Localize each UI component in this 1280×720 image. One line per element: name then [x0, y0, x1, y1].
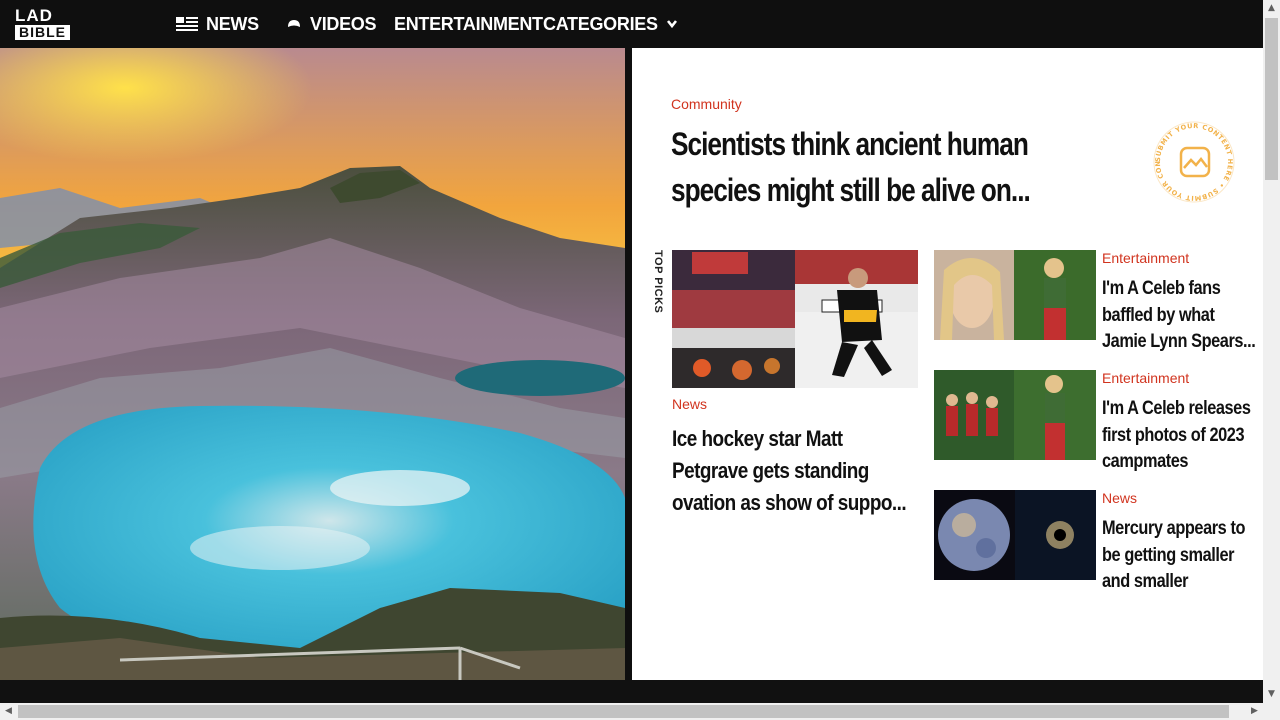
nav-news[interactable]: NEWS	[176, 13, 259, 35]
scroll-down-arrow-icon[interactable]: ▼	[1263, 686, 1280, 703]
side-card-1-category[interactable]: Entertainment	[1102, 249, 1189, 267]
featured-title[interactable]: Scientists think ancient human species m…	[671, 121, 1097, 213]
nav-entertainment[interactable]: ENTERTAINMENT	[394, 13, 543, 35]
side-card-2-category[interactable]: Entertainment	[1102, 369, 1189, 387]
hero-image[interactable]	[0, 48, 625, 680]
main-card-category[interactable]: News	[672, 395, 707, 413]
horizontal-scrollbar[interactable]: ◀ ▶	[0, 703, 1280, 720]
nav-news-label: NEWS	[206, 14, 259, 34]
scroll-right-arrow-icon[interactable]: ▶	[1246, 703, 1263, 720]
nav-categories-label: CATEGORIES	[543, 14, 658, 34]
top-nav: LAD BIBLE NEWS VIDEOS ENTERTAINMENT CATE…	[0, 0, 1263, 48]
side-card-1-title[interactable]: I'm A Celeb fans baffled by what Jamie L…	[1102, 276, 1257, 356]
main-card-title[interactable]: Ice hockey star Matt Petgrave gets stand…	[672, 423, 917, 519]
featured-category[interactable]: Community	[671, 95, 742, 113]
vertical-scroll-thumb[interactable]	[1265, 18, 1278, 180]
submit-content-badge[interactable]: SUBMIT YOUR CONTENT HERE • SUBMIT YOUR C…	[1148, 113, 1237, 205]
scroll-up-arrow-icon[interactable]: ▲	[1263, 0, 1280, 17]
main-card-thumbnail[interactable]	[672, 250, 918, 388]
side-card-2-title[interactable]: I'm A Celeb releases first photos of 202…	[1102, 396, 1257, 476]
logo-line2: BIBLE	[15, 25, 70, 40]
side-card-3-thumbnail[interactable]	[934, 490, 1096, 580]
hero-divider	[625, 48, 632, 680]
side-card-3-category[interactable]: News	[1102, 489, 1137, 507]
side-card-2-thumbnail[interactable]	[934, 370, 1096, 460]
horizontal-scroll-thumb[interactable]	[18, 705, 1229, 718]
logo-line1: LAD	[15, 6, 53, 25]
side-card-3-title[interactable]: Mercury appears to be getting smaller an…	[1102, 516, 1257, 596]
chevron-down-icon	[666, 20, 677, 29]
top-picks-label: TOP PICKS	[652, 250, 664, 314]
image-icon	[1179, 146, 1211, 178]
nav-entertainment-label: ENTERTAINMENT	[394, 14, 543, 34]
nav-videos[interactable]: VIDEOS	[286, 13, 377, 35]
footer-band	[0, 680, 1263, 703]
videos-icon	[288, 20, 300, 27]
vertical-scrollbar[interactable]: ▲ ▼	[1263, 0, 1280, 703]
scroll-left-arrow-icon[interactable]: ◀	[0, 703, 17, 720]
nav-videos-label: VIDEOS	[310, 14, 377, 34]
nav-categories[interactable]: CATEGORIES	[543, 13, 678, 35]
news-icon	[176, 16, 198, 31]
ladbible-logo[interactable]: LAD BIBLE	[15, 6, 87, 40]
side-card-1-thumbnail[interactable]	[934, 250, 1096, 340]
